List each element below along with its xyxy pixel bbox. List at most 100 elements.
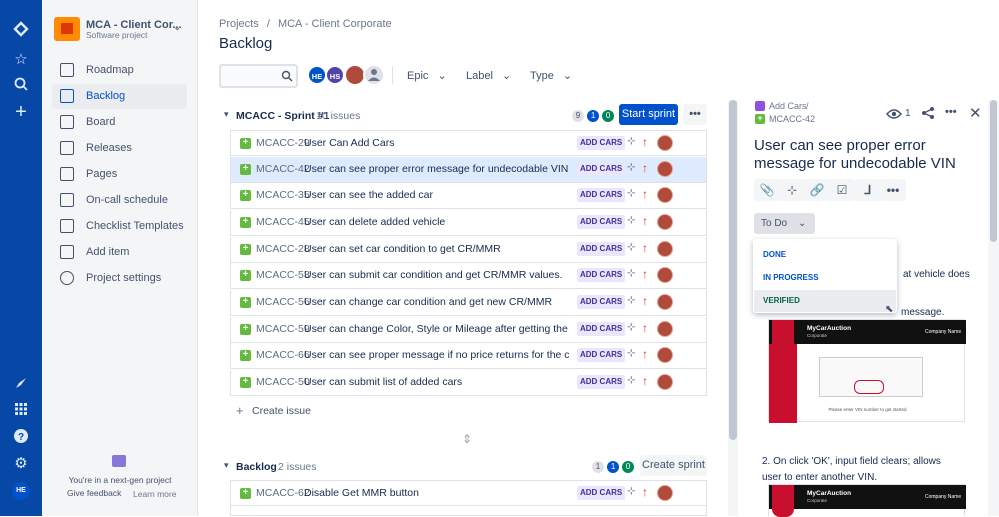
description-screenshot[interactable]: MyCarAuction Corporate Company Name Plea… [768, 319, 966, 423]
sidebar-item-backlog[interactable]: Backlog [52, 84, 187, 109]
backlog-collapse-icon[interactable]: ▾ [224, 460, 229, 471]
jira-logo-icon[interactable] [11, 20, 31, 40]
starred-icon[interactable]: ☆ [11, 50, 31, 70]
table-row[interactable]: + MCACC-50 User can submit list of added c… [230, 370, 707, 396]
divider [392, 66, 393, 84]
type-filter[interactable]: Type ⌄ [530, 69, 572, 82]
link-issue-icon[interactable]: 🔗 [804, 179, 830, 201]
sidebar-item-add-item[interactable]: Add item [52, 240, 187, 265]
sidebar-item-checklist-templates[interactable]: Checklist Templates [52, 214, 187, 239]
label-filter[interactable]: Label ⌄ [466, 69, 511, 82]
help-icon[interactable]: ? [11, 428, 31, 448]
sprint-collapse-icon[interactable]: ▾ [224, 109, 229, 120]
done-count: 0 [622, 461, 635, 473]
watch-icon[interactable] [886, 107, 902, 123]
svg-text:?: ? [18, 432, 24, 443]
subtasks-icon: ⊹ [627, 486, 636, 497]
checklist-icon[interactable]: ☑ [829, 179, 855, 201]
status-option-verified[interactable]: VERIFIED [754, 290, 896, 312]
table-row[interactable]: + MCACC-56 User can change car condition a… [230, 290, 707, 316]
give-feedback-link[interactable]: Give feedback [67, 488, 121, 498]
avatar-filter-more[interactable] [363, 64, 385, 86]
assignee-avatar [657, 485, 673, 501]
sidebar-item-project-settings[interactable]: Project settings [52, 266, 187, 291]
description-screenshot[interactable]: MyCarAuction Corporate Company Name [768, 484, 966, 517]
rocket-icon[interactable] [11, 376, 31, 396]
status-dropdown[interactable]: To Do ⌄ [754, 213, 815, 234]
detail-scrollbar[interactable] [988, 100, 999, 516]
board-icon [60, 115, 74, 129]
settings-gear-icon[interactable]: ⚙ [11, 454, 31, 474]
table-row[interactable]: + MCACC-45 User can delete added vehicle AD… [230, 210, 707, 236]
epic-badge: ADD CARS [577, 162, 626, 176]
epic-badge: ADD CARS [577, 295, 626, 309]
subtasks-icon: ⊹ [627, 295, 636, 306]
epic-badge: ADD CARS [577, 348, 626, 362]
parent-epic-link[interactable]: Add Cars [769, 101, 807, 111]
priority-high-icon: ↑ [642, 347, 648, 361]
priority-high-icon: ↑ [642, 374, 648, 388]
create-sprint-button[interactable]: Create sprint [640, 455, 707, 476]
breadcrumb-projects[interactable]: Projects [219, 18, 259, 30]
todo-count: 1 [592, 461, 604, 473]
table-row[interactable]: + MCACC-29 User Can Add Cars ADD CARS ⊹ ↑ [230, 130, 707, 156]
close-icon[interactable]: ✕ [969, 104, 982, 122]
backlog-scrollbar[interactable] [728, 100, 738, 516]
breadcrumb-project[interactable]: MCA - Client Corporate [278, 18, 392, 30]
search-icon [281, 70, 293, 82]
share-icon[interactable] [921, 106, 935, 123]
assignee-avatar [657, 241, 673, 257]
more-icon[interactable]: ••• [880, 179, 906, 201]
assignee-avatar [657, 214, 673, 230]
status-option-done[interactable]: DONE [754, 244, 896, 266]
sidebar-item-board[interactable]: Board [52, 110, 187, 135]
user-avatar[interactable]: HE [12, 482, 30, 500]
story-icon: + [240, 217, 251, 228]
epic-badge: ADD CARS [577, 486, 626, 500]
drag-handle-icon[interactable]: ⇕ [462, 432, 472, 446]
create-icon[interactable]: + [11, 102, 31, 122]
sidebar-item-on-call-schedule[interactable]: On-call schedule [52, 188, 187, 213]
table-row[interactable]: + MCACC-28 User can set car condition to g… [230, 237, 707, 263]
table-row[interactable]: + MCACC-53 User can submit car condition a… [230, 263, 707, 289]
epic-badge: ADD CARS [577, 188, 626, 202]
avatar-filter-he[interactable]: HE [307, 65, 327, 85]
child-issue-icon[interactable]: ⊹ [779, 179, 805, 201]
story-icon: + [755, 114, 765, 124]
attach-icon[interactable]: 📎 [754, 179, 780, 201]
sidebar-item-releases[interactable]: Releases [52, 136, 187, 161]
sprint-more-button[interactable]: ••• [683, 104, 707, 125]
table-row[interactable]: + MCACC-42 User can see proper error messa… [230, 157, 707, 183]
priority-high-icon: ↑ [642, 241, 648, 255]
search-input[interactable] [219, 64, 298, 88]
status-option-in-progress[interactable]: IN PROGRESS [754, 267, 896, 289]
create-issue-link[interactable]: Create issue [252, 405, 311, 417]
more-actions-icon[interactable]: ••• [945, 106, 957, 118]
description-text: message. [901, 307, 945, 318]
chevron-down-icon: ⌄ [562, 70, 573, 82]
table-row[interactable]: + MCACC-62 Disable Get MMR button ADD CARS ⊹… [230, 480, 707, 506]
mouse-cursor-icon: ⬉ [885, 304, 894, 315]
table-row[interactable]: + MCACC-59 User can change Color, Style or… [230, 317, 707, 343]
table-row[interactable] [230, 506, 707, 516]
issue-key[interactable]: MCACC-42 [769, 114, 815, 124]
epic-badge: ADD CARS [577, 242, 626, 256]
avatar-filter-hs[interactable]: HS [325, 65, 345, 85]
subtasks-icon: ⊹ [627, 268, 636, 279]
app-extension-icon[interactable]: ⅃ [855, 179, 881, 201]
releases-icon [60, 141, 74, 155]
table-row[interactable]: + MCACC-35 User can see the added car ADD C… [230, 183, 707, 209]
subtasks-icon: ⊹ [627, 322, 636, 333]
epic-filter[interactable]: Epic ⌄ [407, 69, 447, 82]
app-switcher-icon[interactable] [11, 402, 31, 422]
sidebar-item-roadmap[interactable]: Roadmap [52, 58, 187, 83]
story-icon: + [240, 190, 251, 201]
chevron-down-icon[interactable]: ⌄ [173, 22, 181, 33]
search-icon[interactable] [11, 76, 31, 96]
table-row[interactable]: + MCACC-66 User can see proper message if … [230, 343, 707, 369]
sidebar-item-pages[interactable]: Pages [52, 162, 187, 187]
learn-more-link[interactable]: Learn more [133, 489, 176, 499]
issue-title[interactable]: User can see proper error message for un… [754, 137, 979, 173]
start-sprint-button[interactable]: Start sprint [619, 104, 678, 125]
assignee-avatar [657, 321, 673, 337]
